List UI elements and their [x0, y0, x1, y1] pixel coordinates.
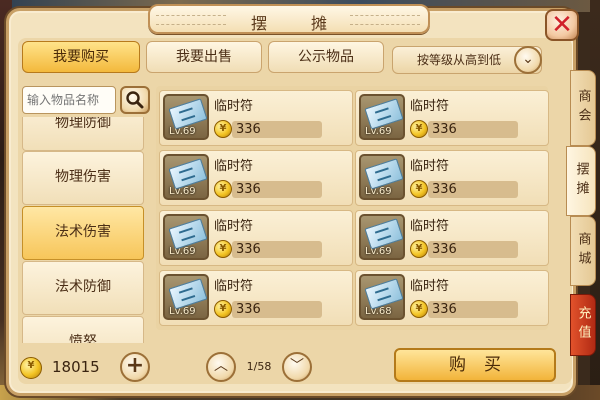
close-icon: ✕ — [551, 10, 573, 40]
item-level: Lv.69 — [169, 306, 196, 317]
chevron-up-icon: ︿ — [214, 358, 228, 374]
coin-icon: ¥ — [214, 300, 232, 318]
item-price: 336 — [236, 182, 261, 197]
coin-icon: ¥ — [214, 120, 232, 138]
item-name: 临时符 — [214, 219, 254, 234]
item-name: 临时符 — [214, 99, 254, 114]
sort-label: 按等级从高到低 — [417, 53, 502, 67]
search-input[interactable] — [22, 86, 116, 114]
item-name: 临时符 — [214, 159, 254, 174]
coin-icon: ¥ — [410, 240, 428, 258]
chevron-down-icon: ⌄ — [522, 51, 534, 67]
talisman-icon: Lv.69 — [163, 274, 209, 320]
category-item[interactable]: 法术防御 — [22, 261, 144, 315]
item-price: 336 — [236, 242, 261, 257]
talisman-icon: Lv.68 — [359, 274, 405, 320]
talisman-icon: Lv.69 — [359, 154, 405, 200]
talisman-icon: Lv.69 — [359, 214, 405, 260]
search-icon — [126, 91, 144, 109]
tab-public-items[interactable]: 公示物品 — [268, 41, 384, 73]
page-indicator: 1/58 — [246, 360, 272, 373]
tab-sell[interactable]: 我要出售 — [146, 41, 262, 73]
coin-icon: ¥ — [410, 180, 428, 198]
coin-icon: ¥ — [20, 357, 42, 379]
category-item[interactable]: 愤怒 — [22, 316, 144, 343]
coin-icon: ¥ — [214, 240, 232, 258]
coin-icon: ¥ — [410, 120, 428, 138]
side-tab-stall[interactable]: 摆摊 — [566, 146, 596, 216]
item-name: 临时符 — [410, 99, 450, 114]
category-item[interactable]: 物理防御 — [22, 117, 144, 151]
side-tab-mall[interactable]: 商城 — [570, 216, 596, 286]
coin-icon: ¥ — [214, 180, 232, 198]
category-item-active[interactable]: 法术伤害 — [22, 206, 144, 260]
item-level: Lv.69 — [365, 186, 392, 197]
side-tab-recharge[interactable]: 充值 — [570, 294, 596, 356]
talisman-icon: Lv.69 — [359, 94, 405, 140]
title-plate: 摆 摊 — [148, 4, 430, 34]
category-list: 物理防御 物理伤害 法术伤害 法术防御 愤怒 — [22, 117, 144, 343]
tab-buy[interactable]: 我要购买 — [22, 41, 140, 73]
money-amount: 18015 — [52, 358, 100, 376]
item-card[interactable]: Lv.69 临时符 ¥ 336 — [159, 270, 353, 326]
item-level: Lv.69 — [365, 126, 392, 137]
page-down-button[interactable]: ﹀ — [282, 352, 312, 382]
item-card[interactable]: Lv.68 临时符 ¥ 336 — [355, 270, 549, 326]
close-button[interactable]: ✕ — [545, 9, 579, 41]
talisman-icon: Lv.69 — [163, 214, 209, 260]
item-price: 336 — [432, 242, 457, 257]
item-name: 临时符 — [214, 279, 254, 294]
page-title: 摆 摊 — [250, 14, 341, 33]
search-button[interactable] — [120, 86, 150, 114]
sort-toggle-button[interactable]: ⌄ — [514, 46, 542, 74]
buy-button[interactable]: 购买 — [394, 348, 556, 382]
item-card[interactable]: Lv.69 临时符 ¥ 336 — [159, 150, 353, 206]
item-card[interactable]: Lv.69 临时符 ¥ 336 — [355, 150, 549, 206]
chevron-down-icon: ﹀ — [290, 358, 304, 374]
item-price: 336 — [432, 122, 457, 137]
item-name: 临时符 — [410, 159, 450, 174]
category-item[interactable]: 物理伤害 — [22, 151, 144, 205]
item-level: Lv.68 — [365, 306, 392, 317]
item-card[interactable]: Lv.69 临时符 ¥ 336 — [159, 90, 353, 146]
talisman-icon: Lv.69 — [163, 154, 209, 200]
item-grid: Lv.69 临时符 ¥ 336 Lv.69 临时符 ¥ 336 Lv.69 临时… — [156, 86, 549, 330]
item-price: 336 — [432, 302, 457, 317]
item-name: 临时符 — [410, 219, 450, 234]
coin-icon: ¥ — [410, 300, 428, 318]
item-level: Lv.69 — [169, 126, 196, 137]
item-level: Lv.69 — [169, 246, 196, 257]
item-name: 临时符 — [410, 279, 450, 294]
item-price: 336 — [236, 302, 261, 317]
item-level: Lv.69 — [365, 246, 392, 257]
page-up-button[interactable]: ︿ — [206, 352, 236, 382]
add-money-button[interactable]: + — [120, 352, 150, 382]
talisman-icon: Lv.69 — [163, 94, 209, 140]
item-card[interactable]: Lv.69 临时符 ¥ 336 — [159, 210, 353, 266]
item-price: 336 — [432, 182, 457, 197]
item-level: Lv.69 — [169, 186, 196, 197]
item-card[interactable]: Lv.69 临时符 ¥ 336 — [355, 210, 549, 266]
item-price: 336 — [236, 122, 261, 137]
item-card[interactable]: Lv.69 临时符 ¥ 336 — [355, 90, 549, 146]
side-tab-chamber[interactable]: 商会 — [570, 70, 596, 146]
